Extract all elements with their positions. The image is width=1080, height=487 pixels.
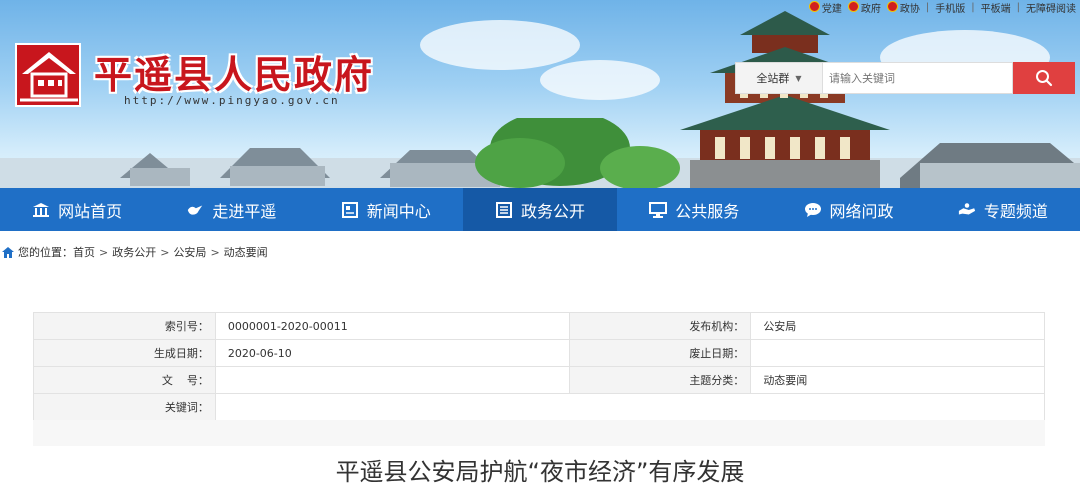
breadcrumb-separator: > <box>99 245 109 259</box>
doc-number-label: 文 号： <box>33 366 216 394</box>
gate-tower-illustration <box>680 11 890 188</box>
expire-date-label: 废止日期： <box>568 339 752 367</box>
breadcrumb-separator: > <box>210 245 220 259</box>
city-skyline-illustration <box>0 118 1080 188</box>
nav-item-home[interactable]: 网站首页 <box>0 188 154 231</box>
table-row: 生成日期： 2020-06-10 废止日期： <box>33 339 1045 367</box>
breadcrumb: 您的位置： 首页 > 政务公开 > 公安局 > 动态要闻 <box>0 240 268 264</box>
table-row: 索引号： 0000001-2020-00011 发布机构： 公安局 <box>33 312 1045 340</box>
bird-icon <box>186 201 204 219</box>
site-title[interactable]: 平遥县人民政府 <box>94 44 374 99</box>
main-nav: 网站首页 走进平遥 新闻中心 政务公开 公共服务 网络问政 专题频道 <box>0 188 1080 231</box>
nav-item-online-politics[interactable]: 网络问政 <box>771 188 925 231</box>
created-date-label: 生成日期： <box>33 339 216 367</box>
search-icon <box>1036 70 1053 87</box>
emblem-icon <box>808 0 820 12</box>
hand-icon <box>958 201 976 219</box>
breadcrumb-item-news[interactable]: 动态要闻 <box>224 244 268 260</box>
topbar-link-cppcc[interactable]: 政协 <box>886 0 920 15</box>
topbar-link-party[interactable]: 党建 <box>808 0 842 15</box>
emblem-icon <box>886 0 898 12</box>
chat-icon <box>804 201 822 219</box>
home-icon <box>2 246 14 258</box>
header-banner: 党建 政府 政协 | 手机版 | 平板端 | 无障碍阅读 平遥县人民政府 htt… <box>0 0 1080 188</box>
search-button[interactable] <box>1013 62 1075 94</box>
nav-item-public-service[interactable]: 公共服务 <box>617 188 771 231</box>
category-label: 主题分类： <box>568 366 752 394</box>
cloud-decoration <box>540 60 660 100</box>
caret-down-icon: ▼ <box>795 73 802 83</box>
newspaper-icon <box>341 201 359 219</box>
search-scope-select[interactable]: 全站群 ▼ <box>735 62 823 94</box>
publisher-value: 公安局 <box>750 312 1045 340</box>
breadcrumb-item-gov-affairs[interactable]: 政务公开 <box>112 244 156 260</box>
keywords-value <box>214 393 1046 421</box>
nav-item-about[interactable]: 走进平遥 <box>154 188 308 231</box>
category-value: 动态要闻 <box>750 366 1045 394</box>
bank-icon <box>32 201 50 219</box>
info-table-footer <box>33 420 1045 446</box>
publisher-label: 发布机构： <box>568 312 752 340</box>
keywords-label: 关键词： <box>33 393 216 421</box>
accessibility-link[interactable]: 无障碍阅读 <box>1026 0 1076 15</box>
breadcrumb-separator: > <box>160 245 170 259</box>
doc-number-value <box>214 366 570 394</box>
nav-item-special-topics[interactable]: 专题频道 <box>926 188 1080 231</box>
emblem-icon <box>847 0 859 12</box>
breadcrumb-prefix: 您的位置： <box>18 246 73 259</box>
expire-date-value <box>750 339 1045 367</box>
index-label: 索引号： <box>33 312 216 340</box>
document-icon <box>495 201 513 219</box>
site-logo-icon[interactable] <box>14 40 84 108</box>
article-title: 平遥县公安局护航“夜市经济”有序发展 <box>335 458 745 486</box>
cloud-decoration <box>420 20 580 70</box>
mobile-version-link[interactable]: 手机版 <box>935 0 965 15</box>
nav-item-news[interactable]: 新闻中心 <box>309 188 463 231</box>
monitor-icon <box>649 201 668 219</box>
index-value: 0000001-2020-00011 <box>214 312 570 340</box>
table-row: 关键词： <box>33 393 1046 421</box>
topbar-link-government[interactable]: 政府 <box>847 0 881 15</box>
top-utility-bar: 党建 政府 政协 | 手机版 | 平板端 | 无障碍阅读 <box>808 0 1080 15</box>
created-date-value: 2020-06-10 <box>214 339 570 367</box>
tablet-version-link[interactable]: 平板端 <box>981 0 1011 15</box>
breadcrumb-item-home[interactable]: 首页 <box>73 244 95 260</box>
nav-item-gov-affairs[interactable]: 政务公开 <box>462 188 618 231</box>
document-info-table: 索引号： 0000001-2020-00011 发布机构： 公安局 生成日期： … <box>33 312 1046 421</box>
breadcrumb-item-police[interactable]: 公安局 <box>173 244 206 260</box>
table-row: 文 号： 主题分类： 动态要闻 <box>33 366 1045 394</box>
search-bar: 全站群 ▼ <box>735 62 1075 94</box>
search-input[interactable] <box>823 62 1013 94</box>
site-url: http://www.pingyao.gov.cn <box>124 94 340 107</box>
